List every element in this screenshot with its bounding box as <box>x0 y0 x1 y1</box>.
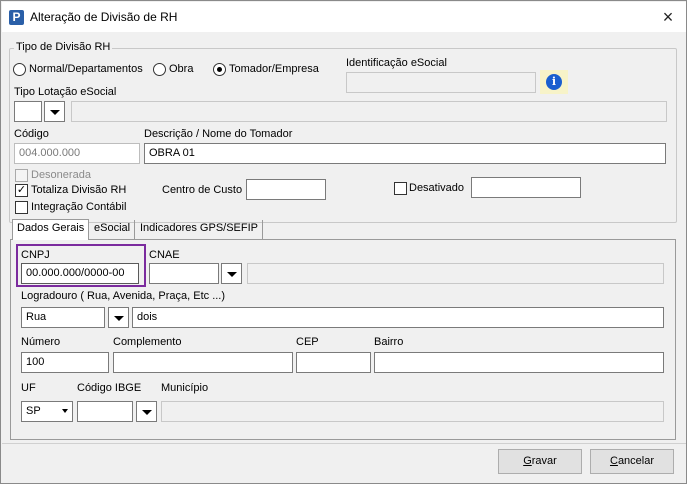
tipo-lotacao-description <box>71 101 667 122</box>
numero-field[interactable]: 100 <box>21 352 109 373</box>
complemento-label: Complemento <box>113 336 182 348</box>
logradouro-tipo-chevron-down-icon[interactable] <box>108 307 129 328</box>
cnae-field[interactable] <box>149 263 219 284</box>
desativado-field[interactable] <box>471 177 581 198</box>
codigo-field: 004.000.000 <box>14 143 140 164</box>
codigo-label: Código <box>14 128 49 140</box>
cnae-dropdown-chevron-down-icon[interactable] <box>221 263 242 284</box>
gravar-button[interactable]: Gravar <box>498 449 582 474</box>
bairro-label: Bairro <box>374 336 404 348</box>
integracao-checkbox[interactable] <box>15 201 28 214</box>
cnpj-label: CNPJ <box>21 249 50 261</box>
centro-custo-field[interactable] <box>246 179 326 200</box>
desativado-label[interactable]: Desativado <box>409 182 464 194</box>
descricao-field[interactable]: OBRA 01 <box>144 143 666 164</box>
centro-custo-label: Centro de Custo <box>162 184 243 196</box>
desonerada-checkbox <box>15 169 28 182</box>
tipo-lotacao-field[interactable] <box>14 101 42 122</box>
cnpj-field[interactable]: 00.000.000/0000-00 <box>21 263 139 284</box>
desonerada-label: Desonerada <box>31 169 91 181</box>
tipo-divisao-label: Tipo de Divisão RH <box>14 41 113 53</box>
numero-label: Número <box>21 336 61 348</box>
codigo-ibge-field[interactable] <box>77 401 133 422</box>
uf-chevron-down-icon[interactable] <box>62 409 68 413</box>
tab-dados-gerais[interactable]: Dados Gerais <box>12 219 90 240</box>
cnae-label: CNAE <box>149 249 180 261</box>
radio-tomador[interactable] <box>213 63 226 76</box>
tab-esocial[interactable]: eSocial <box>90 220 136 239</box>
window-title: Alteração de Divisão de RH <box>30 10 178 24</box>
radio-obra-label[interactable]: Obra <box>169 63 193 75</box>
info-icon[interactable]: i <box>540 70 568 94</box>
title-bar: P Alteração de Divisão de RH × <box>2 2 686 32</box>
municipio-field <box>161 401 664 422</box>
codigo-ibge-label: Código IBGE <box>77 382 142 394</box>
footer-separator <box>2 443 686 444</box>
cnae-description <box>247 263 664 284</box>
logradouro-nome-field[interactable]: dois <box>132 307 664 328</box>
radio-tomador-label[interactable]: Tomador/Empresa <box>229 63 319 75</box>
dialog-window: P Alteração de Divisão de RH × Tipo de D… <box>0 0 687 484</box>
logradouro-tipo-field[interactable]: Rua <box>21 307 105 328</box>
radio-normal[interactable] <box>13 63 26 76</box>
close-icon[interactable]: × <box>656 6 680 28</box>
tab-indicadores[interactable]: Indicadores GPS/SEFIP <box>136 220 263 239</box>
totaliza-label[interactable]: Totaliza Divisão RH <box>31 184 126 196</box>
app-icon: P <box>9 10 24 25</box>
tipo-lotacao-label: Tipo Lotação eSocial <box>14 86 117 98</box>
descricao-label: Descrição / Nome do Tomador <box>144 128 293 140</box>
logradouro-label: Logradouro ( Rua, Avenida, Praça, Etc ..… <box>21 290 226 302</box>
uf-label: UF <box>21 382 36 394</box>
radio-normal-label[interactable]: Normal/Departamentos <box>29 63 143 75</box>
radio-obra[interactable] <box>153 63 166 76</box>
cancelar-button[interactable]: Cancelar <box>590 449 674 474</box>
cep-label: CEP <box>296 336 319 348</box>
identificacao-esocial-label: Identificação eSocial <box>346 57 447 69</box>
cep-field[interactable] <box>296 352 371 373</box>
bairro-field[interactable] <box>374 352 664 373</box>
integracao-label[interactable]: Integração Contábil <box>31 201 126 213</box>
tipo-lotacao-dropdown-chevron-down-icon[interactable] <box>44 101 65 122</box>
municipio-label: Município <box>161 382 209 394</box>
codigo-ibge-chevron-down-icon[interactable] <box>136 401 157 422</box>
desativado-checkbox[interactable] <box>394 182 407 195</box>
complemento-field[interactable] <box>113 352 293 373</box>
identificacao-esocial-field <box>346 72 536 93</box>
totaliza-checkbox[interactable]: ✓ <box>15 184 28 197</box>
